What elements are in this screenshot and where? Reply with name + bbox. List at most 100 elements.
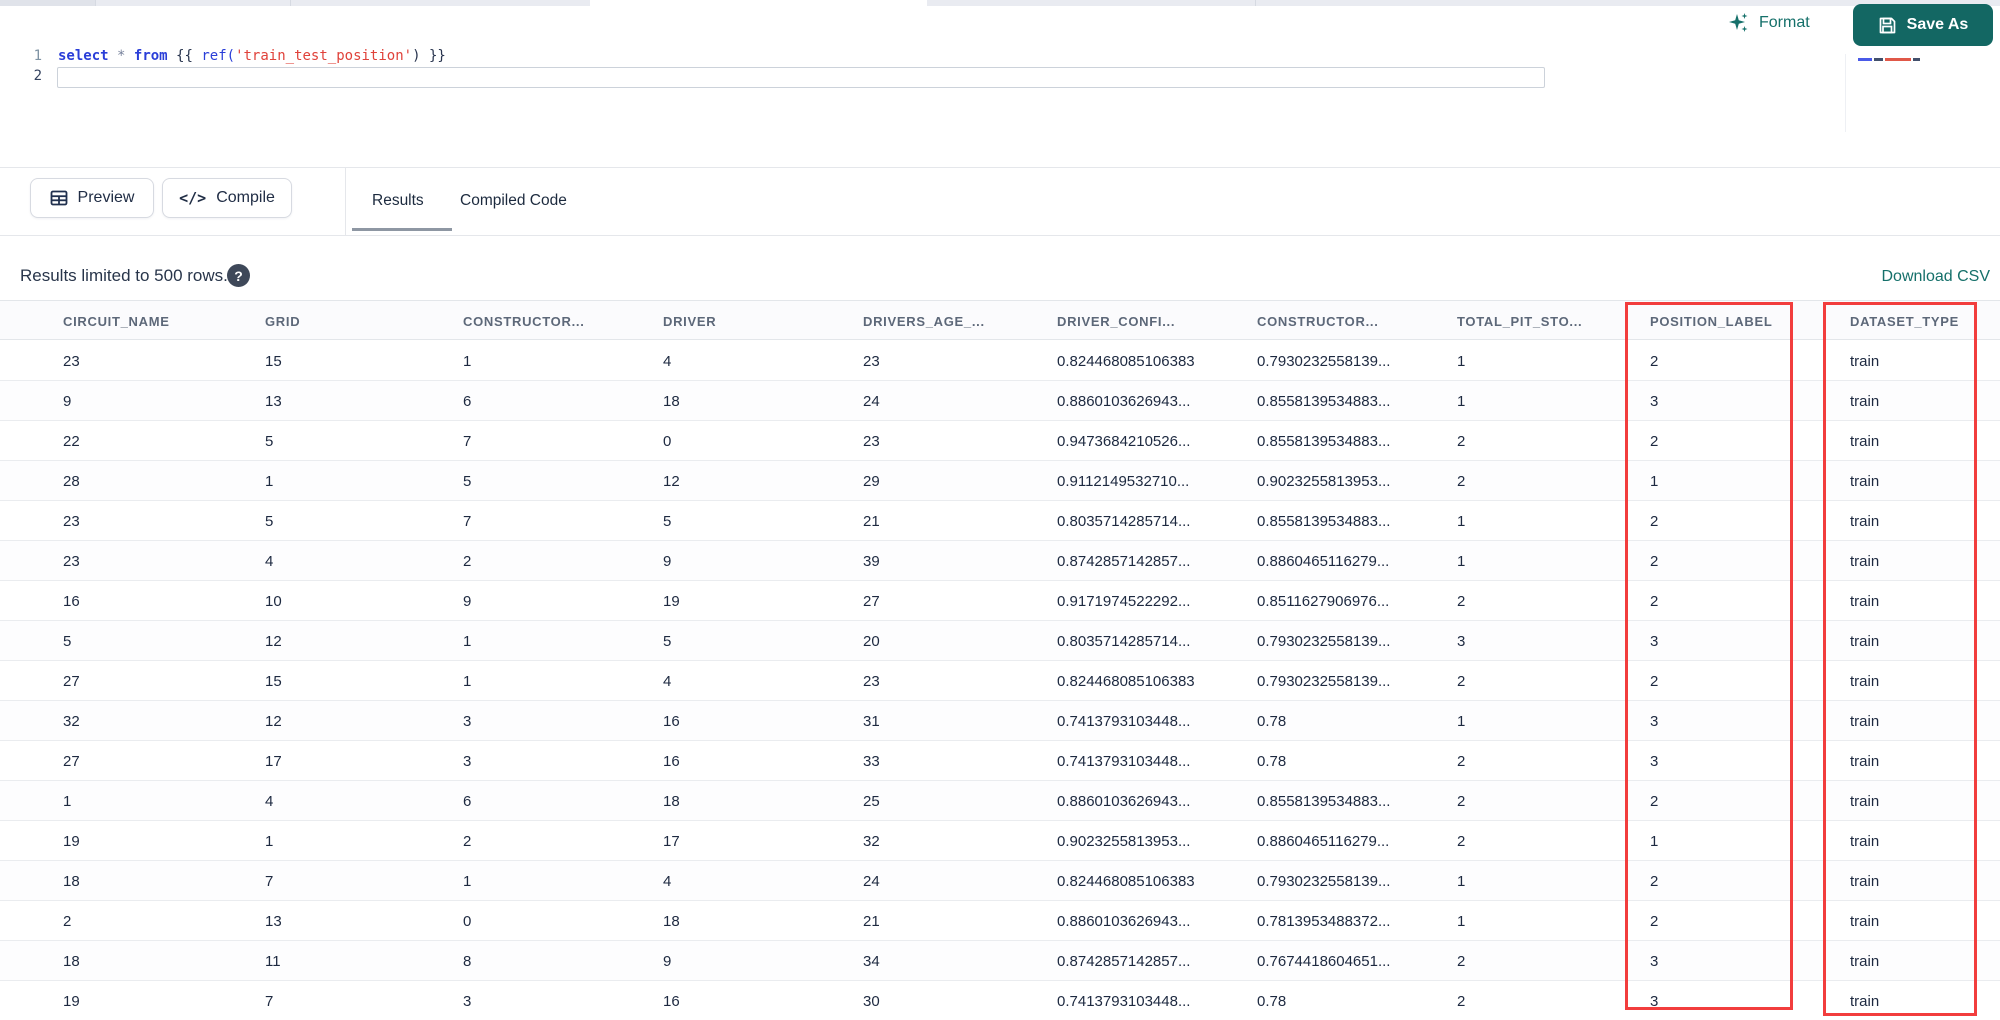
column-header: DATASET_TYPE: [1850, 314, 1960, 329]
table-cell: 9: [463, 593, 472, 610]
table-cell: 2: [1457, 953, 1466, 970]
table-cell: 4: [663, 673, 672, 690]
table-cell: 16: [663, 713, 680, 730]
table-cell: 23: [63, 353, 80, 370]
table-row: 22 5 7 0 23 0.9473684210526... 0.8558139534883…: [0, 421, 2000, 461]
results-table[interactable]: 23 15 1 4 23 0.824468085106383 0.7930232558139…: [0, 341, 2000, 1020]
table-cell: 4: [265, 793, 274, 810]
table-cell: 4: [663, 873, 672, 890]
table-row: 16 10 9 19 27 0.9171974522292... 0.85116279069…: [0, 581, 2000, 621]
table-cell: train: [1850, 873, 1880, 890]
question-icon[interactable]: ?: [227, 264, 250, 287]
save-as-button[interactable]: Save As: [1853, 4, 1993, 46]
table-cell: 0.8558139534883...: [1257, 793, 1391, 810]
table-row: 27 15 1 4 23 0.824468085106383 0.7930232558139…: [0, 661, 2000, 701]
editor-minimap[interactable]: [1845, 54, 2000, 132]
table-cell: 2: [1457, 833, 1466, 850]
table-cell: 3: [1650, 633, 1659, 650]
active-line-box: [57, 67, 1545, 88]
table-cell: 1: [1457, 713, 1466, 730]
table-cell: 0.8860465116279...: [1257, 833, 1390, 850]
preview-label: Preview: [77, 189, 135, 206]
preview-button[interactable]: Preview: [30, 178, 154, 218]
table-cell: 30: [863, 993, 880, 1010]
table-row: 5 12 1 5 20 0.8035714285714... 0.7930232558139…: [0, 621, 2000, 661]
table-cell: 2: [1650, 513, 1659, 530]
table-cell: 0.8558139534883...: [1257, 433, 1391, 450]
table-cell: 2: [1650, 873, 1659, 890]
table-cell: 16: [63, 593, 80, 610]
table-cell: 21: [863, 913, 880, 930]
table-cell: 6: [463, 393, 472, 410]
table-cell: 0.78: [1257, 993, 1287, 1010]
table-cell: 12: [265, 633, 282, 650]
table-cell: train: [1850, 833, 1880, 850]
table-cell: 22: [63, 433, 80, 450]
table-cell: 3: [1650, 753, 1659, 770]
tab-compiled-code[interactable]: Compiled Code: [460, 192, 567, 210]
table-cell: 18: [663, 793, 680, 810]
table-cell: train: [1850, 753, 1880, 770]
table-cell: 0.7930232558139...: [1257, 873, 1391, 890]
table-cell: 2: [1650, 553, 1659, 570]
tab-results[interactable]: Results: [372, 192, 424, 210]
table-cell: 1: [1650, 833, 1659, 850]
save-icon: [1878, 16, 1897, 35]
table-cell: 9: [663, 553, 672, 570]
divider: [345, 167, 346, 235]
table-cell: 5: [63, 633, 72, 650]
download-csv-link[interactable]: Download CSV: [1790, 268, 1991, 286]
table-cell: 17: [663, 833, 680, 850]
table-cell: 0: [463, 913, 472, 930]
table-cell: train: [1850, 913, 1880, 930]
table-cell: 3: [463, 993, 472, 1010]
table-cell: 0.9112149532710...: [1057, 473, 1190, 490]
table-cell: 33: [863, 753, 880, 770]
format-button[interactable]: Format: [1722, 6, 1816, 40]
table-cell: 3: [1650, 993, 1659, 1010]
table-cell: train: [1850, 673, 1880, 690]
table-cell: train: [1850, 993, 1880, 1010]
format-label: Format: [1759, 14, 1810, 31]
minimap-mark: [1858, 58, 1872, 61]
table-cell: 2: [1457, 593, 1466, 610]
table-cell: 0.9171974522292...: [1057, 593, 1191, 610]
table-row: 32 12 3 16 31 0.7413793103448... 0.78 1 3 train: [0, 701, 2000, 741]
results-limit-text: Results limited to 500 rows.: [20, 266, 228, 285]
table-cell: 2: [1457, 433, 1466, 450]
table-cell: 2: [1650, 793, 1659, 810]
code-token: 'train_test_position': [235, 48, 413, 64]
minimap-mark: [1874, 58, 1883, 61]
sql-editor[interactable]: 1 2 select * from {{ ref('train_test_pos…: [0, 6, 2000, 167]
table-cell: 2: [63, 913, 72, 930]
table-cell: 3: [1650, 713, 1659, 730]
table-row: 18 7 1 4 24 0.824468085106383 0.7930232558139.…: [0, 861, 2000, 901]
table-row: 19 1 2 17 32 0.9023255813953... 0.886046511627…: [0, 821, 2000, 861]
table-cell: 0.824468085106383: [1057, 673, 1195, 690]
table-cell: 32: [63, 713, 80, 730]
table-cell: 2: [1650, 913, 1659, 930]
table-cell: 0.9023255813953...: [1057, 833, 1191, 850]
table-cell: 1: [265, 833, 274, 850]
column-header: DRIVER: [663, 314, 717, 329]
table-cell: 1: [1457, 873, 1466, 890]
table-cell: train: [1850, 633, 1880, 650]
table-cell: 10: [265, 593, 282, 610]
table-cell: 9: [63, 393, 72, 410]
table-row: 23 4 2 9 39 0.8742857142857... 0.8860465116279…: [0, 541, 2000, 581]
table-cell: 5: [265, 433, 274, 450]
table-cell: 2: [1457, 753, 1466, 770]
table-cell: 2: [1457, 993, 1466, 1010]
minimap-mark: [1885, 58, 1911, 61]
table-cell: 11: [265, 953, 281, 970]
table-cell: 2: [1650, 673, 1659, 690]
compile-button[interactable]: </> Compile: [162, 178, 292, 218]
table-cell: 32: [863, 833, 880, 850]
code-line[interactable]: select * from {{ ref('train_test_positio…: [58, 48, 446, 64]
code-token: {{: [176, 48, 193, 64]
table-cell: 13: [265, 913, 282, 930]
table-cell: 34: [863, 953, 880, 970]
table-cell: 0.9473684210526...: [1057, 433, 1191, 450]
table-cell: 19: [63, 993, 80, 1010]
